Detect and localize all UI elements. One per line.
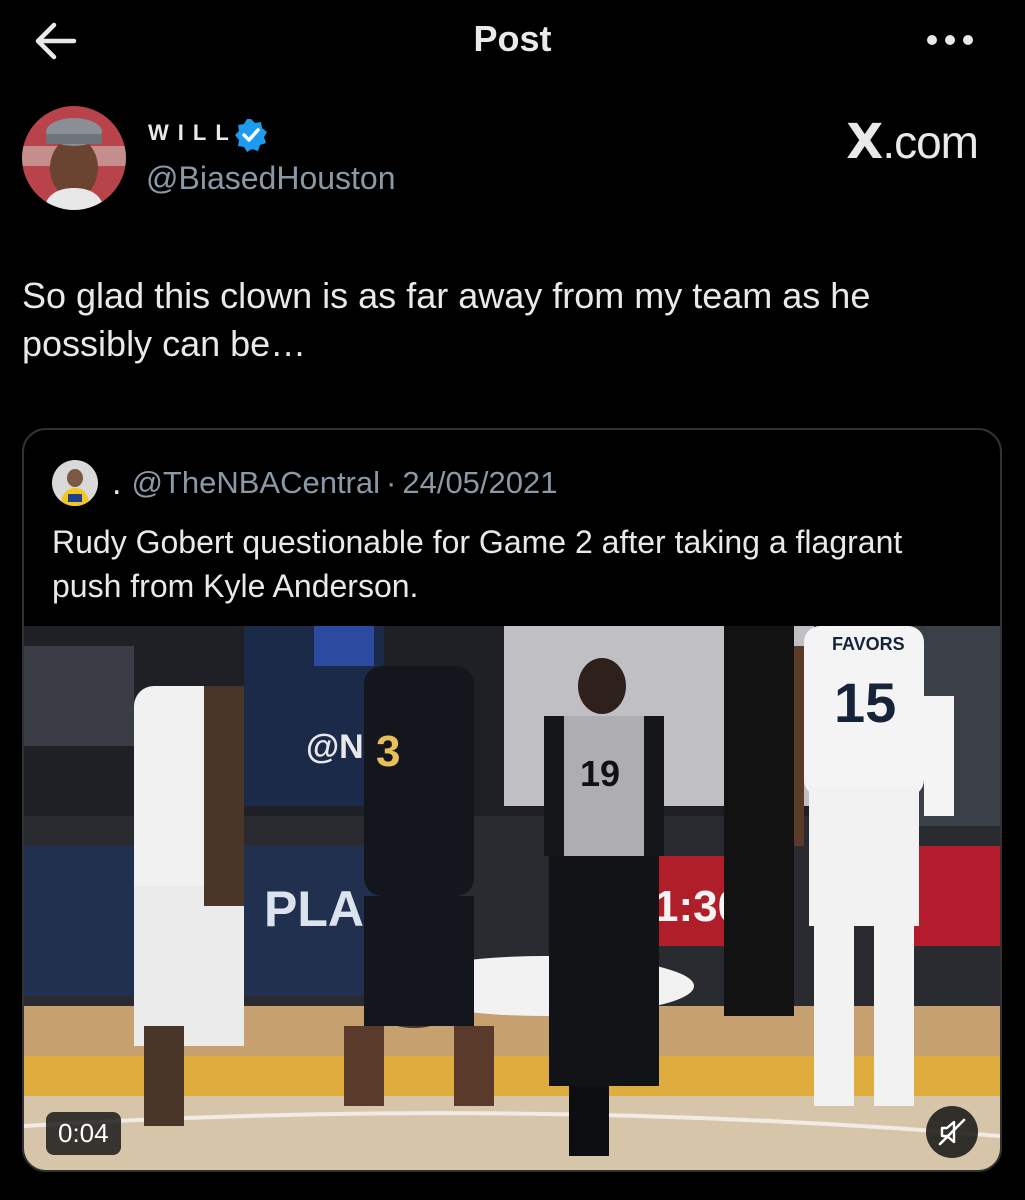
more-horizontal-icon xyxy=(927,35,973,45)
quoted-handle[interactable]: @TheNBACentral xyxy=(131,465,380,501)
mute-toggle-button[interactable] xyxy=(926,1106,978,1158)
top-bar: Post xyxy=(0,0,1025,82)
video-duration-badge: 0:04 xyxy=(46,1112,121,1155)
post-text: So glad this clown is as far away from m… xyxy=(22,275,871,364)
jersey-15-text: 15 xyxy=(834,671,896,734)
x-logo-letter: X xyxy=(846,114,883,170)
favors-name-text: FAVORS xyxy=(832,634,905,654)
author-handle[interactable]: @BiasedHouston xyxy=(146,160,396,197)
quoted-post[interactable]: . @TheNBACentral · 24/05/2021 Rudy Gober… xyxy=(22,428,1002,1172)
jersey-19-text: 19 xyxy=(580,753,620,794)
volume-muted-icon xyxy=(938,1118,966,1146)
watermark-suffix: .com xyxy=(882,116,979,168)
quoted-display-name[interactable]: . xyxy=(112,466,121,500)
video-player[interactable]: @NB 1:30 PLA 3 19 FAVORS 15 0:04 xyxy=(24,626,1000,1170)
quoted-avatar[interactable] xyxy=(52,460,98,506)
quoted-date[interactable]: 24/05/2021 xyxy=(402,465,557,501)
jersey-3-text: 3 xyxy=(376,727,400,776)
x-com-watermark: X.com xyxy=(846,114,979,170)
avatar[interactable] xyxy=(22,106,126,210)
quoted-text: Rudy Gobert questionable for Game 2 afte… xyxy=(52,524,903,604)
play-board-text: PLA xyxy=(264,881,364,937)
separator-dot: · xyxy=(386,465,397,500)
quoted-post-header: . @TheNBACentral · 24/05/2021 xyxy=(52,460,558,506)
page-title: Post xyxy=(473,18,552,59)
verified-badge-icon xyxy=(235,119,267,152)
video-frame: @NB 1:30 PLA 3 19 FAVORS 15 xyxy=(24,626,1000,1170)
author-row: WILL @BiasedHouston X.com xyxy=(22,104,1002,214)
display-name[interactable]: WILL xyxy=(148,120,238,146)
more-options-button[interactable] xyxy=(915,22,985,58)
